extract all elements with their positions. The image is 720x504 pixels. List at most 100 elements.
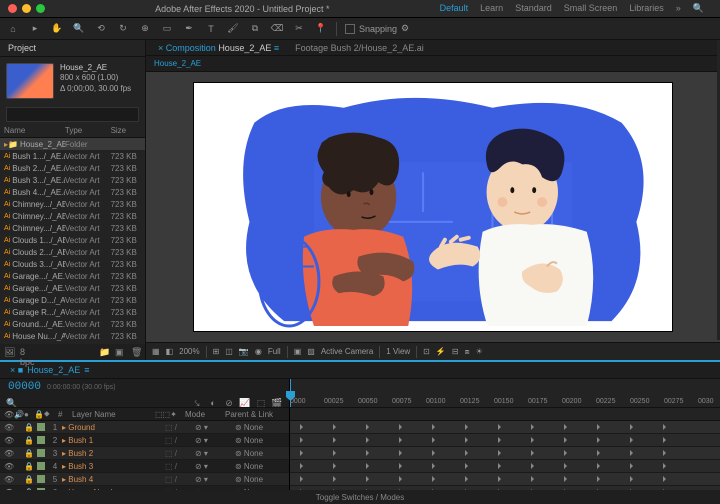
workspace-overflow-icon[interactable]: » [676,3,681,14]
project-item[interactable]: Ai Clouds 2.../_AE.aiVector Art723 KB [0,246,145,258]
project-tab[interactable]: Project [0,40,145,57]
resolution-dropdown[interactable]: Full [268,347,281,356]
col-type[interactable]: Type [65,126,111,135]
project-item[interactable]: Ai Chimney.../_AE.aiVector Art723 KB [0,198,145,210]
clone-tool-icon[interactable]: ⧉ [248,22,262,36]
fast-preview-icon[interactable]: ⚡ [436,347,446,356]
roi-icon[interactable]: ▣ [294,347,302,356]
roto-tool-icon[interactable]: ✂ [292,22,306,36]
project-item[interactable]: Ai House Nu.../_AE.aiVector Art723 KB [0,330,145,342]
guides-icon[interactable]: ◫ [225,347,233,356]
workspace-standard[interactable]: Standard [515,3,552,14]
home-icon[interactable]: ⌂ [6,22,20,36]
toggle-switches-button[interactable]: Toggle Switches / Modes [316,493,405,502]
project-item[interactable]: Ai Chimney.../_AE.aiVector Art723 KB [0,210,145,222]
orbit-tool-icon[interactable]: ⟲ [94,22,108,36]
project-item[interactable]: Ai Clouds 1.../_AE.aiVector Art723 KB [0,234,145,246]
new-comp-icon[interactable]: ▣ [115,347,125,357]
interpret-footage-icon[interactable]: 🖼 [4,347,14,357]
mode-column[interactable]: Mode [185,410,225,419]
col-name[interactable]: Name [4,126,65,135]
project-item[interactable]: Ai Ground.../_AE.aiVector Art723 KB [0,318,145,330]
eraser-tool-icon[interactable]: ⌫ [270,22,284,36]
project-item[interactable]: Ai Garage.../_AE.aiVector Art723 KB [0,270,145,282]
timecode[interactable]: 00000 [8,381,41,393]
parent-column[interactable]: Parent & Link [225,410,285,419]
project-item[interactable]: ▸📁 House_2_AE LayersFolder [0,138,145,150]
timeline-icon[interactable]: ⊟ [452,347,459,356]
workspace-learn[interactable]: Learn [480,3,503,14]
solo-column-icon[interactable]: ● [24,410,34,419]
project-item[interactable]: Ai Garage R.../_AE.aiVector Art723 KB [0,306,145,318]
ruler-icon[interactable]: ⊞ [213,347,220,356]
flowchart-icon[interactable]: ⧈ [465,347,470,357]
layer-track[interactable] [290,486,720,490]
channel-icon[interactable]: ◉ [255,347,262,356]
layer-row[interactable]: 👁🔒2▸ Bush 1⬚ /⊘ ▾⊚ None [0,434,289,447]
layer-name-column[interactable]: Layer Name [72,410,155,419]
workspace-default[interactable]: Default [440,3,469,14]
shape-tool-icon[interactable]: ▭ [160,22,174,36]
minimize-window-icon[interactable] [22,4,31,13]
layer-track[interactable] [290,447,720,460]
snapping-checkbox[interactable] [345,24,355,34]
layer-row[interactable]: 👁🔒1▸ Ground⬚ /⊘ ▾⊚ None [0,421,289,434]
label-column[interactable]: ⬥ [44,409,58,419]
workspace-small-screen[interactable]: Small Screen [564,3,618,14]
time-ruler[interactable]: 0000000250005000075001000012500150001750… [290,379,720,407]
project-item[interactable]: Ai Garage D.../_AE.aiVector Art723 KB [0,294,145,306]
camera-dropdown[interactable]: Active Camera [321,347,373,356]
layer-track[interactable] [290,421,720,434]
bpc-icon[interactable]: 8 bpc [20,347,30,357]
col-size[interactable]: Size [111,126,141,135]
layer-row[interactable]: 👁🔒5▸ Bush 4⬚ /⊘ ▾⊚ None [0,473,289,486]
layer-track[interactable] [290,460,720,473]
exposure-icon[interactable]: ☀ [476,347,483,356]
search-icon[interactable]: 🔍 [693,3,704,14]
pixel-aspect-icon[interactable]: ⊡ [423,347,430,356]
alpha-icon[interactable]: ▦ [152,347,160,356]
project-item[interactable]: Ai Bush 2.../_AE.aiVector Art723 KB [0,162,145,174]
new-folder-icon[interactable]: 📁 [99,347,109,357]
layer-track[interactable] [290,434,720,447]
close-window-icon[interactable] [8,4,17,13]
layer-row[interactable]: 👁🔒3▸ Bush 2⬚ /⊘ ▾⊚ None [0,447,289,460]
mask-icon[interactable]: ◧ [166,347,174,356]
project-item[interactable]: Ai Bush 1.../_AE.aiVector Art723 KB [0,150,145,162]
anchor-tool-icon[interactable]: ⊕ [138,22,152,36]
composition-viewer[interactable] [146,72,720,342]
composition-thumbnail[interactable] [6,63,54,99]
text-tool-icon[interactable]: T [204,22,218,36]
project-item[interactable]: Ai Clouds 3.../_AE.aiVector Art723 KB [0,258,145,270]
eye-column-icon[interactable]: 👁 [4,410,14,419]
workspace-libraries[interactable]: Libraries [629,3,664,14]
zoom-level[interactable]: 200% [179,347,199,356]
project-item[interactable]: Ai Bush 3.../_AE.aiVector Art723 KB [0,174,145,186]
selection-tool-icon[interactable]: ▸ [28,22,42,36]
puppet-tool-icon[interactable]: 📍 [314,22,328,36]
project-item[interactable]: Ai Bush 4.../_AE.aiVector Art723 KB [0,186,145,198]
composition-canvas[interactable] [193,82,673,332]
snapshot-icon[interactable]: 📷 [239,347,249,356]
transparency-icon[interactable]: ▨ [307,347,315,356]
trash-icon[interactable]: 🗑 [131,347,141,357]
composition-tab[interactable]: × Composition House_2_AE ≡ [152,41,285,55]
zoom-tool-icon[interactable]: 🔍 [72,22,86,36]
maximize-window-icon[interactable] [36,4,45,13]
pen-tool-icon[interactable]: ✒ [182,22,196,36]
project-search-input[interactable] [6,107,139,122]
lock-column-icon[interactable]: 🔒 [34,410,44,419]
snapping-options-icon[interactable]: ⚙ [401,23,409,34]
layer-row[interactable]: 👁🔒4▸ Bush 3⬚ /⊘ ▾⊚ None [0,460,289,473]
brush-tool-icon[interactable]: 🖌 [226,22,240,36]
audio-column-icon[interactable]: 🔊 [14,410,24,419]
view-count-dropdown[interactable]: 1 View [386,347,410,356]
footage-tab[interactable]: Footage Bush 2/House_2_AE.ai [289,41,430,55]
rotate-tool-icon[interactable]: ↻ [116,22,130,36]
snapping-toggle[interactable]: Snapping ⚙ [345,23,409,34]
layer-track[interactable] [290,473,720,486]
hand-tool-icon[interactable]: ✋ [50,22,64,36]
timecode-display[interactable]: 00000 0:00:00:00 (30.00 fps) [0,379,289,395]
composition-breadcrumb[interactable]: House_2_AE [146,56,720,72]
layer-tracks[interactable] [290,421,720,490]
